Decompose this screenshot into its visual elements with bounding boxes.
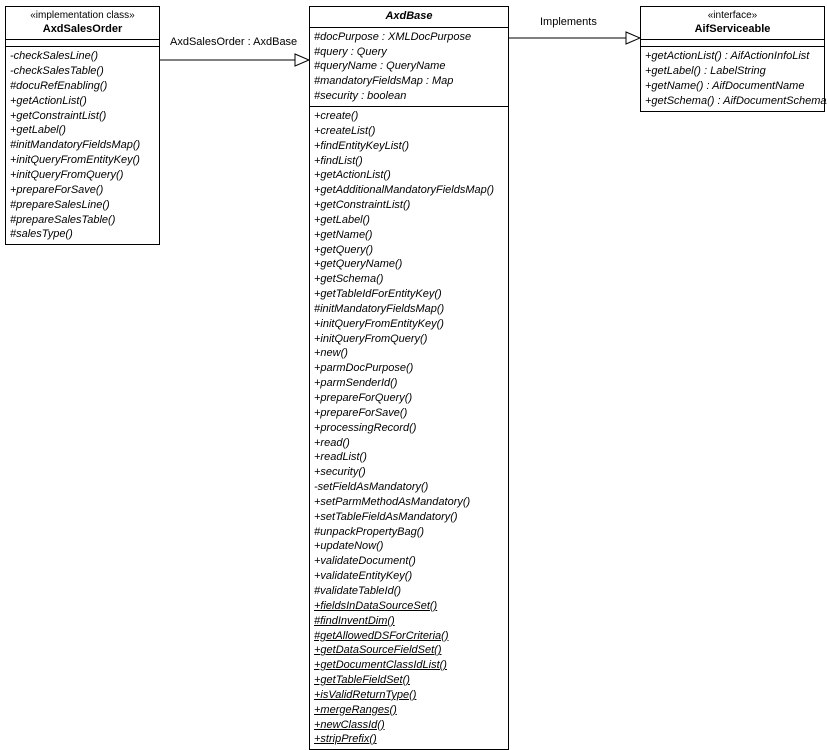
uml-member: +getName() <box>314 228 504 243</box>
uml-member: +parmSenderId() <box>314 376 504 391</box>
uml-member: -checkSalesLine() <box>10 49 155 64</box>
uml-member: +read() <box>314 436 504 451</box>
uml-member: #docuRefEnabling() <box>10 79 155 94</box>
uml-member: +getDocumentClassIdList() <box>314 658 504 673</box>
attributes-section <box>641 40 824 47</box>
uml-member: +initQueryFromQuery() <box>10 168 155 183</box>
attributes-section: #docPurpose : XMLDocPurpose#query : Quer… <box>310 28 508 107</box>
uml-member: +createList() <box>314 124 504 139</box>
uml-member: +getDataSourceFieldSet() <box>314 643 504 658</box>
class-name-label: AxdSalesOrder <box>43 23 122 35</box>
operations-section: +create()+createList()+findEntityKeyList… <box>310 107 508 749</box>
uml-member: +prepareForSave() <box>10 183 155 198</box>
uml-member: +getQuery() <box>314 243 504 258</box>
uml-member: #getAllowedDSForCriteria() <box>314 629 504 644</box>
stereotype-label: «implementation class» <box>12 10 153 23</box>
relation-label-implements: Implements <box>540 16 597 28</box>
uml-member: #prepareSalesTable() <box>10 213 155 228</box>
uml-member: -setFieldAsMandatory() <box>314 480 504 495</box>
uml-member: +initQueryFromEntityKey() <box>314 317 504 332</box>
connector-realization <box>160 50 310 70</box>
uml-member: +stripPrefix() <box>314 732 504 747</box>
uml-member: #mandatoryFieldsMap : Map <box>314 74 504 89</box>
uml-member: #unpackPropertyBag() <box>314 525 504 540</box>
uml-member: #security : boolean <box>314 89 504 104</box>
uml-member: +prepareForQuery() <box>314 391 504 406</box>
relation-label-realization: AxdSalesOrder : AxdBase <box>170 36 297 48</box>
uml-member: +getTableIdForEntityKey() <box>314 287 504 302</box>
uml-member: +new() <box>314 346 504 361</box>
uml-member: +findEntityKeyList() <box>314 139 504 154</box>
uml-member: +getLabel() <box>314 213 504 228</box>
uml-member: #initMandatoryFieldsMap() <box>10 138 155 153</box>
uml-member: +getLabel() <box>10 123 155 138</box>
uml-member: +readList() <box>314 450 504 465</box>
uml-member: +setTableFieldAsMandatory() <box>314 510 504 525</box>
uml-member: +getSchema() <box>314 272 504 287</box>
uml-member: +validateDocument() <box>314 554 504 569</box>
operations-section: -checkSalesLine()-checkSalesTable()#docu… <box>6 47 159 244</box>
uml-member: #queryName : QueryName <box>314 59 504 74</box>
uml-member: +initQueryFromQuery() <box>314 332 504 347</box>
uml-member: -checkSalesTable() <box>10 64 155 79</box>
class-axd-sales-order: «implementation class» AxdSalesOrder -ch… <box>5 6 160 245</box>
class-header: «interface» AifServiceable <box>641 7 824 40</box>
uml-member: +getName() : AifDocumentName <box>645 79 820 94</box>
class-axd-base: AxdBase #docPurpose : XMLDocPurpose#quer… <box>309 6 509 750</box>
uml-member: #findInventDim() <box>314 614 504 629</box>
uml-member: #initMandatoryFieldsMap() <box>314 302 504 317</box>
uml-member: #validateTableId() <box>314 584 504 599</box>
stereotype-label: «interface» <box>647 10 818 23</box>
uml-member: +getConstraintList() <box>10 109 155 124</box>
uml-member: +getConstraintList() <box>314 198 504 213</box>
uml-member: +getQueryName() <box>314 257 504 272</box>
uml-member: +getActionList() : AifActionInfoList <box>645 49 820 64</box>
uml-member: +mergeRanges() <box>314 703 504 718</box>
class-header: AxdBase <box>310 7 508 28</box>
uml-member: +fieldsInDataSourceSet() <box>314 599 504 614</box>
class-aif-serviceable: «interface» AifServiceable +getActionLis… <box>640 6 825 112</box>
class-name-label: AifServiceable <box>695 23 771 35</box>
attributes-section <box>6 40 159 47</box>
uml-member: #prepareSalesLine() <box>10 198 155 213</box>
uml-member: +getSchema() : AifDocumentSchemaXml <box>645 94 820 109</box>
uml-member: +getAdditionalMandatoryFieldsMap() <box>314 183 504 198</box>
class-header: «implementation class» AxdSalesOrder <box>6 7 159 40</box>
uml-member: +getActionList() <box>10 94 155 109</box>
uml-member: +validateEntityKey() <box>314 569 504 584</box>
uml-member: +processingRecord() <box>314 421 504 436</box>
uml-member: #query : Query <box>314 45 504 60</box>
uml-member: +findList() <box>314 154 504 169</box>
uml-member: +setParmMethodAsMandatory() <box>314 495 504 510</box>
uml-member: +parmDocPurpose() <box>314 361 504 376</box>
operations-section: +getActionList() : AifActionInfoList+get… <box>641 47 824 110</box>
connector-implements <box>509 28 641 48</box>
uml-member: #salesType() <box>10 227 155 242</box>
uml-member: +security() <box>314 465 504 480</box>
uml-member: +getTableFieldSet() <box>314 673 504 688</box>
uml-member: +create() <box>314 109 504 124</box>
class-name-label: AxdBase <box>385 10 432 22</box>
uml-member: +updateNow() <box>314 539 504 554</box>
uml-member: +newClassId() <box>314 718 504 733</box>
uml-member: +getActionList() <box>314 168 504 183</box>
uml-member: #docPurpose : XMLDocPurpose <box>314 30 504 45</box>
uml-member: +initQueryFromEntityKey() <box>10 153 155 168</box>
uml-member: +isValidReturnType() <box>314 688 504 703</box>
uml-member: +getLabel() : LabelString <box>645 64 820 79</box>
uml-member: +prepareForSave() <box>314 406 504 421</box>
